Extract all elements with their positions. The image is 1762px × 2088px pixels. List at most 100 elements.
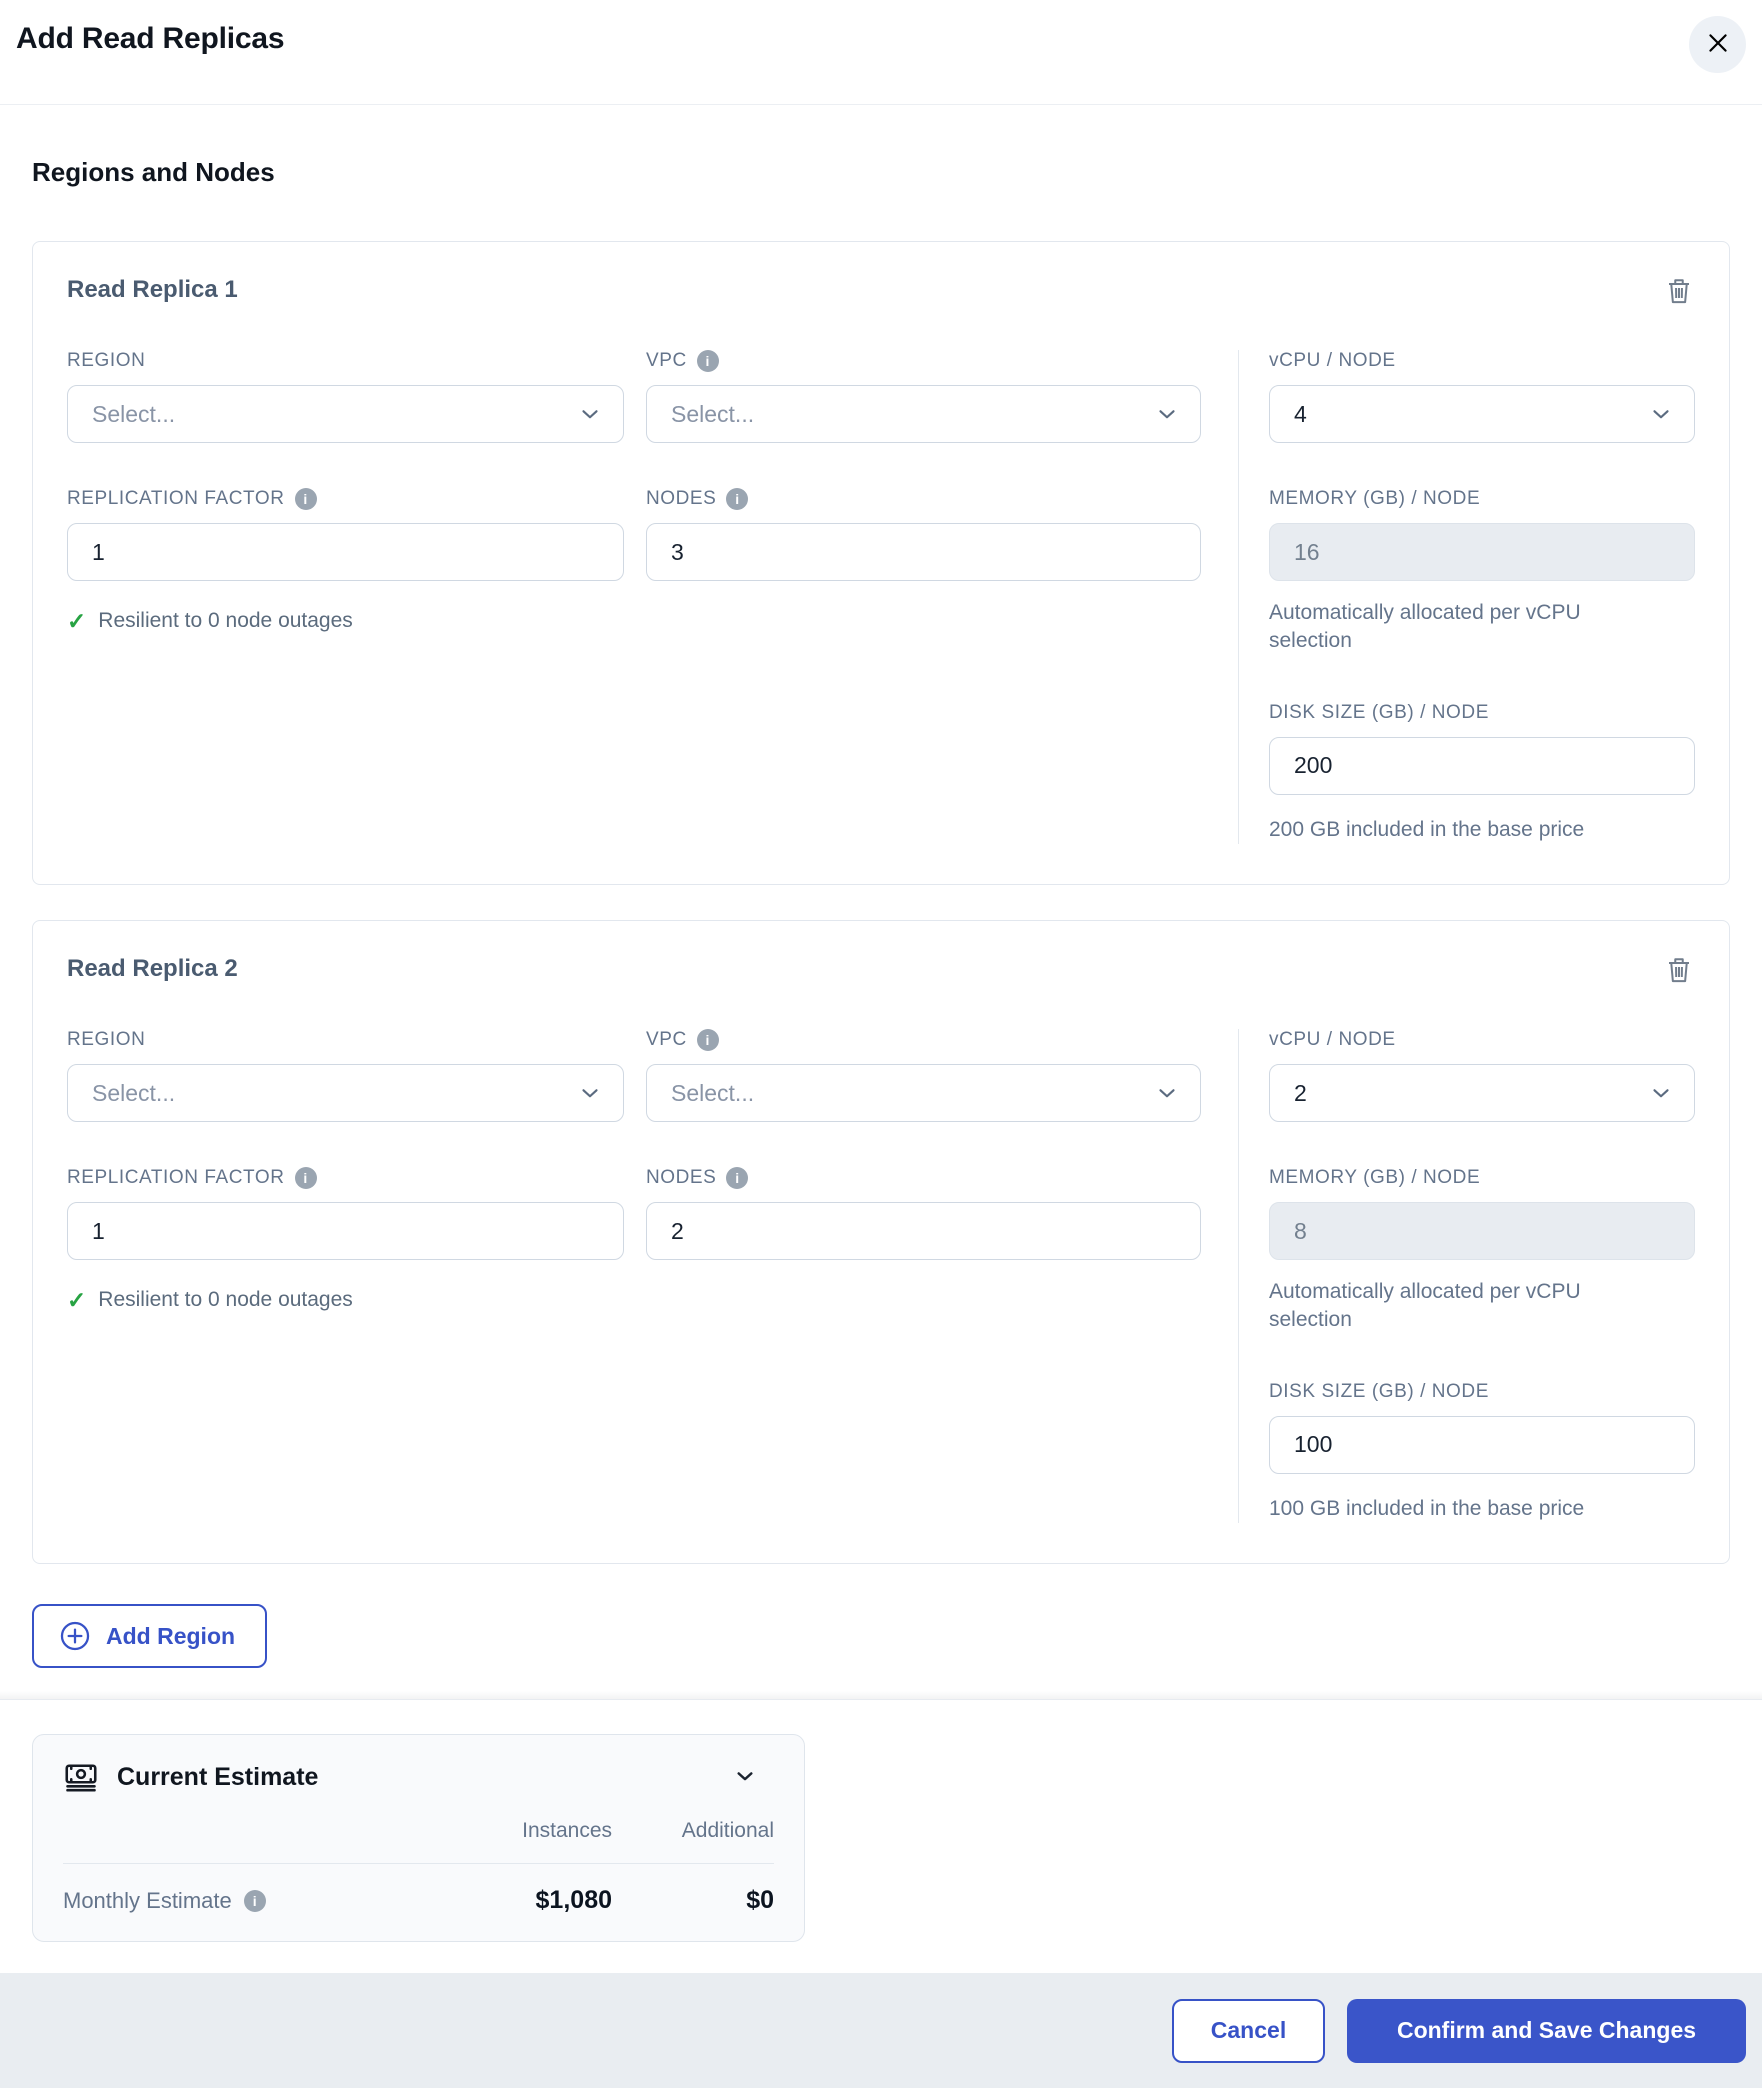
replica-2-disk-field: DISK SIZE (GB) / NODE 100 GB included in… xyxy=(1269,1381,1695,1523)
vpc-select-value: Select... xyxy=(671,400,755,427)
replica-2-region-select[interactable]: Select... xyxy=(67,1064,624,1123)
check-icon: ✓ xyxy=(67,1286,87,1313)
replica-1-vpc-field: VPC i Select... xyxy=(646,350,1201,443)
replica-2-title: Read Replica 2 xyxy=(67,955,238,983)
replica-2-region-field: REGION Select... xyxy=(67,1029,624,1123)
monthly-estimate-instances-value: $1,080 xyxy=(535,1886,612,1914)
delete-replica-2-button[interactable] xyxy=(1663,955,1695,990)
replica-1-replication-factor-field: REPLICATION FACTOR i ✓ Resilient to 0 nod… xyxy=(67,488,624,633)
chevron-down-icon xyxy=(730,1761,760,1794)
replica-1-vcpu-field: vCPU / NODE 4 xyxy=(1269,350,1695,443)
region-label: REGION xyxy=(67,1029,146,1051)
resilience-note: ✓ Resilient to 0 node outages xyxy=(67,1288,624,1312)
replica-2-vcpu-select[interactable]: 2 xyxy=(1269,1064,1695,1123)
replica-1-replication-factor-input[interactable] xyxy=(67,523,624,581)
monthly-estimate-row: Monthly Estimate i $1,080 $0 xyxy=(63,1886,774,1915)
read-replica-2-card: Read Replica 2 REGION Select... VPC i Se… xyxy=(32,920,1730,1565)
vcpu-select-value: 4 xyxy=(1294,400,1307,427)
replica-1-disk-input[interactable] xyxy=(1269,736,1695,795)
replica-2-vpc-select[interactable]: Select... xyxy=(646,1064,1201,1123)
current-estimate-title: Current Estimate xyxy=(117,1762,319,1791)
region-label: REGION xyxy=(67,350,146,371)
chevron-down-icon xyxy=(577,401,603,427)
delete-replica-1-button[interactable] xyxy=(1663,276,1695,311)
vpc-label: VPC xyxy=(646,1029,687,1051)
replica-2-vcpu-field: vCPU / NODE 2 xyxy=(1269,1029,1695,1123)
replica-1-region-select[interactable]: Select... xyxy=(67,385,624,443)
vcpu-select-value: 2 xyxy=(1294,1079,1307,1106)
section-heading: Regions and Nodes xyxy=(32,157,275,187)
banknote-icon xyxy=(63,1759,99,1795)
replica-2-nodes-field: NODES i xyxy=(646,1167,1201,1312)
chevron-down-icon xyxy=(1154,1080,1180,1106)
add-region-label: Add Region xyxy=(106,1622,236,1649)
disk-size-label: DISK SIZE (GB) / NODE xyxy=(1269,701,1489,723)
replica-2-memory-input: 8 xyxy=(1269,1202,1695,1261)
nodes-label: NODES xyxy=(646,1167,717,1189)
trash-icon xyxy=(1663,958,1695,990)
info-icon[interactable]: i xyxy=(726,1167,749,1190)
estimate-collapse-toggle[interactable] xyxy=(730,1761,760,1794)
monthly-estimate-additional-value: $0 xyxy=(746,1886,774,1914)
replica-1-vcpu-select[interactable]: 4 xyxy=(1269,385,1695,443)
info-icon[interactable]: i xyxy=(726,488,749,510)
memory-label: MEMORY (GB) / NODE xyxy=(1269,1167,1481,1189)
replica-1-disk-field: DISK SIZE (GB) / NODE 200 GB included in… xyxy=(1269,702,1695,844)
replica-1-instance-column: vCPU / NODE 4 MEMORY (GB) / NODE 16 Auto… xyxy=(1238,350,1695,845)
estimate-section: Current Estimate Instances Additional Mo… xyxy=(0,1700,1762,1973)
trash-icon xyxy=(1663,279,1695,311)
replica-1-region-field: REGION Select... xyxy=(67,350,624,443)
add-region-button[interactable]: Add Region xyxy=(32,1604,268,1669)
replica-1-title: Read Replica 1 xyxy=(67,276,238,303)
vpc-label: VPC xyxy=(646,350,687,371)
replica-1-memory-input: 16 xyxy=(1269,523,1695,581)
memory-helper-text: Automatically allocated per vCPU selecti… xyxy=(1269,1280,1581,1332)
replica-1-memory-field: MEMORY (GB) / NODE 16 Automatically allo… xyxy=(1269,488,1695,656)
info-icon[interactable]: i xyxy=(294,1167,317,1190)
estimate-divider xyxy=(63,1863,774,1864)
replica-1-nodes-field: NODES i xyxy=(646,488,1201,633)
replica-2-disk-input[interactable] xyxy=(1269,1415,1695,1474)
replica-2-nodes-input[interactable] xyxy=(646,1202,1201,1261)
additional-column-header: Additional xyxy=(681,1819,774,1842)
replica-2-replication-factor-field: REPLICATION FACTOR i ✓ Resilient to 0 nod… xyxy=(67,1167,624,1312)
replica-1-nodes-input[interactable] xyxy=(646,523,1201,581)
resilience-note-text: Resilient to 0 node outages xyxy=(98,1288,353,1312)
read-replica-1-card: Read Replica 1 REGION Select... VPC i Se… xyxy=(32,241,1730,886)
chevron-down-icon xyxy=(577,1080,603,1106)
modal-footer: Cancel Confirm and Save Changes xyxy=(0,1973,1762,2088)
close-icon xyxy=(1705,30,1731,59)
info-icon[interactable]: i xyxy=(696,350,719,372)
close-button[interactable] xyxy=(1689,16,1746,73)
resilience-note-text: Resilient to 0 node outages xyxy=(98,609,353,632)
replica-2-vpc-field: VPC i Select... xyxy=(646,1029,1201,1123)
info-icon[interactable]: i xyxy=(294,488,317,510)
modal-content: Regions and Nodes Read Replica 1 REGION … xyxy=(0,105,1762,1691)
replication-factor-label: REPLICATION FACTOR xyxy=(67,1167,285,1189)
disk-size-label: DISK SIZE (GB) / NODE xyxy=(1269,1380,1489,1402)
add-read-replicas-modal: Add Read Replicas Regions and Nodes Read… xyxy=(0,0,1762,2088)
replica-2-memory-field: MEMORY (GB) / NODE 8 Automatically alloc… xyxy=(1269,1167,1695,1335)
disk-helper-text: 100 GB included in the base price xyxy=(1269,1496,1585,1520)
check-icon: ✓ xyxy=(67,607,87,634)
info-icon[interactable]: i xyxy=(243,1889,266,1912)
current-estimate-panel: Current Estimate Instances Additional Mo… xyxy=(32,1734,805,1942)
replica-2-instance-column: vCPU / NODE 2 MEMORY (GB) / NODE 8 Autom… xyxy=(1238,1029,1695,1524)
replica-1-vpc-select[interactable]: Select... xyxy=(646,385,1201,443)
cancel-button[interactable]: Cancel xyxy=(1172,1998,1325,2063)
chevron-down-icon xyxy=(1154,401,1180,427)
info-icon[interactable]: i xyxy=(696,1029,719,1052)
page-title: Add Read Replicas xyxy=(16,22,285,55)
chevron-down-icon xyxy=(1648,1080,1674,1106)
vpc-select-value: Select... xyxy=(671,1079,755,1106)
confirm-and-save-button[interactable]: Confirm and Save Changes xyxy=(1347,1998,1746,2063)
disk-helper-text: 200 GB included in the base price xyxy=(1269,817,1585,841)
chevron-down-icon xyxy=(1648,401,1674,427)
nodes-label: NODES xyxy=(646,488,717,509)
content-scroll-shadow xyxy=(0,1691,1762,1700)
replication-factor-label: REPLICATION FACTOR xyxy=(67,488,285,509)
memory-label: MEMORY (GB) / NODE xyxy=(1269,488,1481,509)
plus-circle-icon xyxy=(58,1619,92,1653)
replica-2-replication-factor-input[interactable] xyxy=(67,1202,624,1261)
resilience-note: ✓ Resilient to 0 node outages xyxy=(67,609,624,633)
